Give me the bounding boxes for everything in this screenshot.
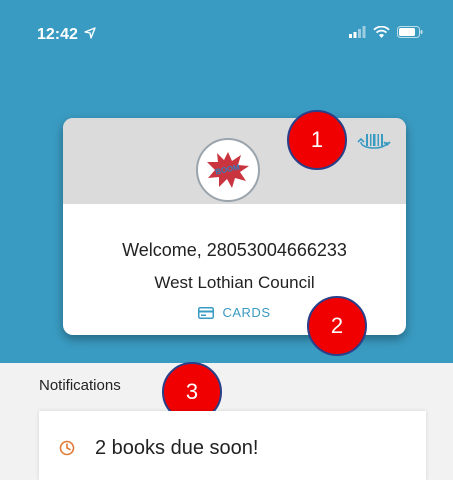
card-icon — [198, 306, 215, 319]
barcode-scan-icon[interactable] — [357, 132, 391, 154]
battery-icon — [397, 26, 423, 38]
boom-logo-icon: BOOM — [207, 152, 249, 188]
status-bar: 12:42 — [0, 0, 453, 70]
library-logo: BOOM — [196, 138, 260, 202]
callout-badge-1: 1 — [287, 110, 347, 170]
notification-text: 2 books due soon! — [95, 437, 259, 459]
council-name: West Lothian Council — [154, 273, 315, 292]
status-indicators — [349, 26, 423, 38]
signal-icon — [349, 26, 366, 38]
status-time-text: 12:42 — [37, 26, 78, 43]
status-time: 12:42 — [37, 26, 97, 44]
callout-badge-2: 2 — [307, 296, 367, 356]
notification-item[interactable]: 2 books due soon! — [39, 411, 426, 480]
wifi-icon — [373, 26, 390, 38]
notifications-heading: Notifications — [39, 377, 121, 394]
cards-label: CARDS — [222, 305, 271, 320]
location-arrow-icon — [84, 27, 97, 39]
clock-icon — [59, 440, 75, 456]
welcome-text: Welcome, 28053004666233 — [122, 240, 347, 260]
